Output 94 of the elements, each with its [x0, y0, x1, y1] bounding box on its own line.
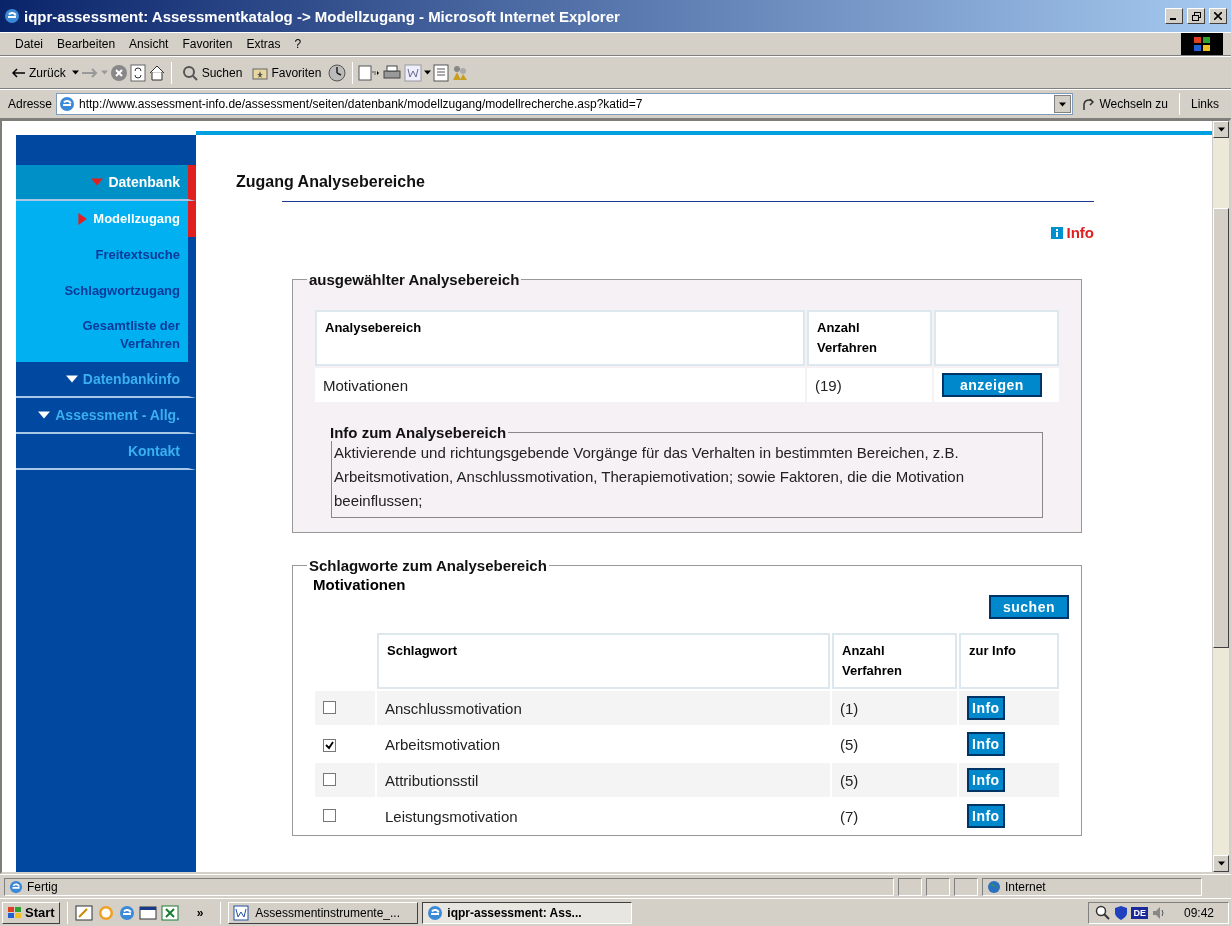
panel-legend: Info zum Analysebereich	[328, 424, 509, 441]
triangle-icon	[76, 212, 89, 225]
restore-icon	[1191, 11, 1201, 21]
clock: 09:42	[1183, 905, 1214, 920]
column-header: Anzahl Verfahren	[807, 310, 932, 366]
status-panel	[954, 877, 978, 896]
status-panel	[898, 877, 922, 896]
table-cell: (19)	[807, 368, 932, 402]
menu-item[interactable]: Favoriten	[175, 35, 240, 53]
history-icon[interactable]	[327, 62, 348, 83]
globe-icon	[987, 879, 1001, 894]
windows-logo	[7, 905, 23, 920]
caret-icon	[1058, 100, 1066, 108]
checkbox[interactable]	[323, 808, 336, 822]
refresh-icon[interactable]	[129, 63, 146, 82]
caret-icon	[71, 69, 79, 76]
scroll-down-icon	[1217, 860, 1225, 867]
show-button[interactable]: anzeigen	[942, 373, 1042, 397]
info-icon	[1050, 226, 1063, 239]
window-icon[interactable]	[138, 904, 157, 921]
menu-item[interactable]: Ansicht	[122, 35, 176, 53]
print-icon[interactable]	[382, 63, 403, 82]
column-header: zur Info	[959, 633, 1059, 689]
search-button[interactable]: Suchen	[176, 61, 247, 84]
taskbar-button[interactable]: Assessmentinstrumente_...	[228, 901, 419, 924]
search-button[interactable]: suchen	[989, 595, 1069, 619]
scrollbar[interactable]	[1212, 121, 1229, 872]
info-button[interactable]: Info	[967, 696, 1005, 720]
menu-item[interactable]: Extras	[239, 35, 288, 53]
scroll-up-icon	[1217, 126, 1225, 133]
search-icon	[180, 63, 199, 82]
spreadsheet-icon[interactable]	[160, 904, 179, 921]
home-icon[interactable]	[147, 63, 166, 82]
taskbar-button[interactable]: iqpr-assessment: Ass...	[422, 901, 633, 924]
description-text: Aktivierende und richtungsgebende Vorgänge für das Verhalten in bestimmten Bereichen, z.B. Arbeitsmotivation, Anschlussmotivation, Therapiemotivation; sowie Faktoren, die die Motivation beeinflussen;	[334, 443, 966, 511]
panel-legend: ausgewählter Analysebereich	[307, 271, 522, 288]
checkbox[interactable]	[323, 772, 336, 786]
info-button[interactable]: Info	[967, 732, 1005, 756]
browser-icon	[427, 904, 444, 921]
table-cell: (1)	[832, 691, 957, 725]
document-icon	[233, 904, 250, 921]
minimize-button[interactable]	[1165, 8, 1183, 24]
shield-icon	[1114, 904, 1129, 921]
restore-button[interactable]	[1187, 8, 1205, 24]
magnifier-icon	[1095, 904, 1112, 921]
caret-icon	[424, 69, 432, 76]
info-button[interactable]: Info	[967, 804, 1005, 828]
go-button[interactable]: Wechseln zu	[1076, 94, 1172, 114]
column-header: Schlagwort	[377, 633, 830, 689]
window-title: iqpr-assessment: Assessmentkatalog -> Modellzugang - Microsoft Internet Explorer	[24, 7, 621, 25]
table-cell: (5)	[832, 763, 957, 797]
links-button[interactable]: Links	[1187, 95, 1223, 113]
windows-logo	[1181, 33, 1223, 55]
back-arrow-icon	[12, 67, 26, 78]
browser-icon	[9, 879, 23, 894]
table-cell: Attributionsstil	[377, 763, 830, 797]
address-field[interactable]: http://www.assessment-info.de/assessment/seiten/datenbank/modellzugang/modellrecherche.asp?katid=7	[56, 93, 1073, 115]
dropdown-button[interactable]	[1053, 95, 1071, 113]
browser-icon	[118, 904, 135, 921]
nav-item[interactable]: Datenbank	[16, 165, 196, 201]
page-heading: Zugang Analysebereiche	[236, 173, 426, 191]
column-header: Anzahl Verfahren	[832, 633, 957, 689]
browser-icon	[4, 8, 20, 24]
language-indicator[interactable]: DE	[1131, 906, 1148, 919]
more-button[interactable]: »	[196, 905, 204, 920]
column-header: Analysebereich	[315, 310, 805, 366]
address-label: Adresse	[8, 97, 53, 111]
checkbox[interactable]	[323, 738, 336, 752]
info-button[interactable]: Info	[967, 768, 1005, 792]
back-button[interactable]: Zurück	[8, 63, 70, 82]
table-cell: Anschlussmotivation	[377, 691, 830, 725]
zone-text: Internet	[1005, 879, 1046, 894]
panel-subtitle: Motivationen	[313, 576, 407, 593]
table-cell: Motivationen	[315, 368, 805, 402]
triangle-icon	[65, 373, 78, 385]
checkbox[interactable]	[323, 700, 336, 714]
panel-legend: Schlagworte zum Analysebereich	[307, 557, 549, 574]
word-icon[interactable]	[404, 63, 423, 82]
menu-item[interactable]: Bearbeiten	[50, 35, 123, 53]
start-button[interactable]: Start	[2, 901, 60, 924]
menu-item[interactable]: Datei	[8, 35, 50, 53]
caret-icon	[100, 69, 108, 76]
browser-icon	[59, 96, 76, 112]
close-button[interactable]	[1209, 8, 1227, 24]
favorites-button[interactable]: Favoriten	[248, 63, 326, 82]
curved-arrow-icon	[1080, 96, 1097, 112]
close-icon	[1214, 12, 1222, 20]
triangle-icon	[91, 176, 104, 188]
info-link[interactable]: Info	[1050, 224, 1094, 241]
triangle-icon	[38, 409, 51, 421]
document-icon[interactable]	[433, 63, 450, 82]
status-panel	[926, 877, 950, 896]
status-text: Fertig	[27, 879, 58, 894]
menu-item[interactable]: ?	[287, 35, 309, 53]
